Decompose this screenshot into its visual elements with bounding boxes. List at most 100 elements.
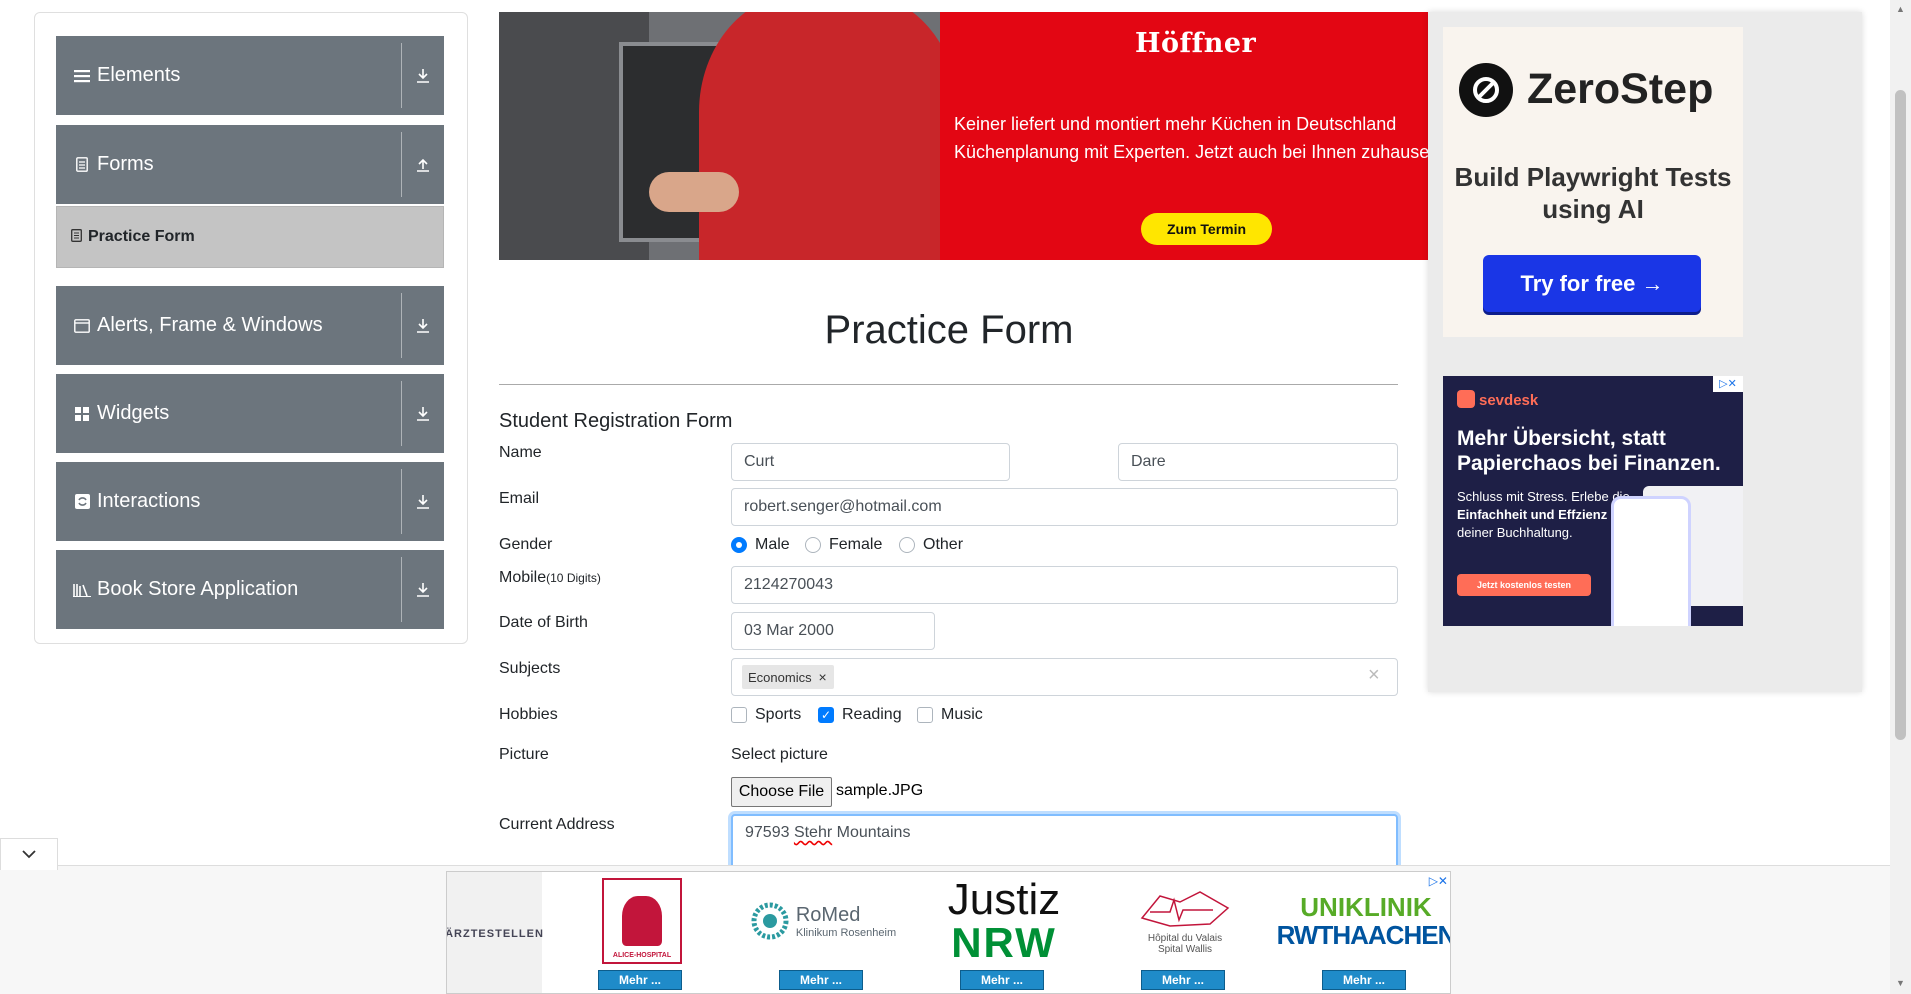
- sidebar-group-elements[interactable]: Elements: [56, 36, 444, 115]
- ad-cta-button[interactable]: Zum Termin: [1141, 213, 1272, 245]
- mehr-button[interactable]: Mehr ...: [598, 970, 682, 990]
- radio-label: Female: [829, 536, 883, 553]
- upload-icon[interactable]: [402, 125, 444, 204]
- sidebar-group-label: Widgets: [97, 402, 170, 424]
- sidebar-group-label: Elements: [97, 64, 181, 86]
- gender-other-radio[interactable]: Other: [899, 536, 963, 554]
- remove-subject-icon[interactable]: ×: [812, 669, 834, 685]
- select-picture-label: Select picture: [731, 746, 828, 763]
- sevdesk-cta-button[interactable]: Jetzt kostenlos testen: [1457, 574, 1591, 596]
- romed-logo: RoMed Klinikum Rosenheim: [733, 878, 913, 964]
- hobby-reading-checkbox[interactable]: ✓ Reading: [818, 706, 902, 724]
- ad-panel: Höffner Keiner liefert und montiert mehr…: [940, 12, 1428, 260]
- justiz-nrw-logo: Justiz NRW: [914, 878, 1094, 964]
- scroll-down-icon[interactable]: ▼: [1895, 978, 1906, 988]
- sevdesk-body: Schluss mit Stress. Erlebe die Einfachhe…: [1457, 488, 1637, 542]
- hobbies-label: Hobbies: [499, 706, 558, 723]
- hopital-name: Hôpital du Valais: [1147, 932, 1223, 944]
- window-icon: [73, 317, 91, 335]
- sidebar-group-label: Forms: [97, 153, 154, 175]
- collapse-ad-button[interactable]: [0, 838, 58, 870]
- mobile-label: Mobile(10 Digits): [499, 569, 601, 587]
- mobile-input[interactable]: 2124270043: [731, 566, 1398, 604]
- aerztestellen-logo: ÄRZTESTELLEN: [447, 872, 543, 993]
- address-misspelled-word: Stehr: [793, 824, 833, 841]
- address-text: 97593: [745, 824, 794, 841]
- gender-male-radio[interactable]: Male: [731, 536, 790, 554]
- interactions-icon: [73, 493, 91, 511]
- mobile-hint: (10 Digits): [546, 571, 601, 585]
- sidebar-group-book-store[interactable]: Book Store Application: [56, 550, 444, 629]
- dob-label: Date of Birth: [499, 614, 588, 631]
- zerostep-tagline: Build Playwright Tests using AI: [1454, 162, 1732, 224]
- radio-dot[interactable]: [899, 537, 915, 553]
- uniklinik-logo: UNIKLINIK RWTHAACHEN: [1276, 878, 1451, 964]
- checkmark-icon[interactable]: ✓: [818, 707, 834, 723]
- sidebar-group-alerts[interactable]: Alerts, Frame & Windows: [56, 286, 444, 365]
- chevron-down-icon: [21, 846, 37, 864]
- ad-text-line: Küchenplanung mit Experten. Jetzt auch b…: [954, 142, 1428, 162]
- download-icon[interactable]: [402, 550, 444, 629]
- choose-file-button[interactable]: Choose File: [731, 777, 832, 807]
- mehr-button[interactable]: Mehr ...: [1141, 970, 1225, 990]
- address-text: Mountains: [832, 824, 911, 841]
- scrollbar-thumb[interactable]: [1895, 90, 1906, 740]
- subjects-label: Subjects: [499, 660, 561, 677]
- download-icon[interactable]: [402, 462, 444, 541]
- scroll-up-icon[interactable]: ▲: [1895, 4, 1906, 14]
- mehr-button[interactable]: Mehr ...: [1322, 970, 1406, 990]
- page: Elements Forms Practice Form Alerts, Fra…: [0, 0, 1911, 994]
- ad-brand-logo: Höffner: [1135, 28, 1257, 59]
- bottom-ad[interactable]: ÄRZTESTELLEN ▷✕ ALICE-HOSPITAL Mehr ... …: [446, 871, 1451, 994]
- gender-female-radio[interactable]: Female: [805, 536, 882, 554]
- radio-label: Other: [923, 536, 964, 553]
- download-icon[interactable]: [402, 374, 444, 453]
- picture-label: Picture: [499, 746, 549, 763]
- document-icon: [73, 156, 91, 174]
- justiz-subtitle: NRW: [951, 919, 1057, 966]
- radio-dot[interactable]: [805, 537, 821, 553]
- hobby-sports-checkbox[interactable]: Sports: [731, 706, 801, 724]
- banner-ad[interactable]: Höffner Keiner liefert und montiert mehr…: [499, 12, 1428, 260]
- sidebar-item-practice-form[interactable]: Practice Form: [56, 206, 444, 268]
- sidebar-item-label: Practice Form: [88, 228, 195, 245]
- date-of-birth-input[interactable]: 03 Mar 2000: [731, 612, 935, 650]
- ad-slot: ALICE-HOSPITAL Mehr ...: [552, 872, 732, 993]
- subject-chip-label: Economics: [748, 669, 812, 685]
- checkbox-box[interactable]: [917, 707, 933, 723]
- romed-subtitle: Klinikum Rosenheim: [795, 926, 897, 939]
- download-icon[interactable]: [402, 286, 444, 365]
- subject-chip: Economics ×: [742, 665, 834, 689]
- checkbox-label: Music: [941, 706, 983, 723]
- first-name-input[interactable]: Curt: [731, 443, 1010, 481]
- hopital-subtitle: Spital Wallis: [1157, 943, 1213, 955]
- email-input[interactable]: robert.senger@hotmail.com: [731, 488, 1398, 526]
- alice-hospital-name: ALICE-HOSPITAL: [612, 952, 672, 959]
- sidebar-group-label: Interactions: [97, 490, 201, 512]
- ad-slot: Justiz NRW Mehr ...: [914, 872, 1094, 993]
- radio-dot[interactable]: [731, 537, 747, 553]
- uniklinik-subtitle: RWTHAACHEN: [1276, 920, 1451, 950]
- clear-subjects-icon[interactable]: ×: [1368, 664, 1380, 687]
- ad-text-line: Keiner liefert und montiert mehr Küchen …: [954, 114, 1397, 134]
- sidebar-group-interactions[interactable]: Interactions: [56, 462, 444, 541]
- ad-photo: [499, 12, 940, 260]
- vertical-scrollbar[interactable]: ▲ ▼: [1890, 0, 1911, 994]
- mehr-button[interactable]: Mehr ...: [779, 970, 863, 990]
- radio-label: Male: [755, 536, 790, 553]
- sidebar-group-forms[interactable]: Forms: [56, 125, 444, 204]
- zerostep-ad[interactable]: ZeroStep Build Playwright Tests using AI…: [1443, 27, 1743, 337]
- sidebar-group-widgets[interactable]: Widgets: [56, 374, 444, 453]
- ad-slot: RoMed Klinikum Rosenheim Mehr ...: [733, 872, 913, 993]
- last-name-input[interactable]: Dare: [1118, 443, 1398, 481]
- hobby-music-checkbox[interactable]: Music: [917, 706, 983, 724]
- try-free-button[interactable]: Try for free →: [1483, 255, 1701, 312]
- checkbox-box[interactable]: [731, 707, 747, 723]
- ad-choices-icon[interactable]: ▷✕: [1713, 376, 1743, 392]
- download-icon[interactable]: [402, 36, 444, 115]
- sevdesk-ad[interactable]: ▷✕ sevdesk Mehr Übersicht, statt Papierc…: [1443, 376, 1743, 626]
- books-icon: [73, 581, 91, 599]
- mehr-button[interactable]: Mehr ...: [960, 970, 1044, 990]
- document-icon: [71, 229, 82, 245]
- checkbox-label: Reading: [842, 706, 902, 723]
